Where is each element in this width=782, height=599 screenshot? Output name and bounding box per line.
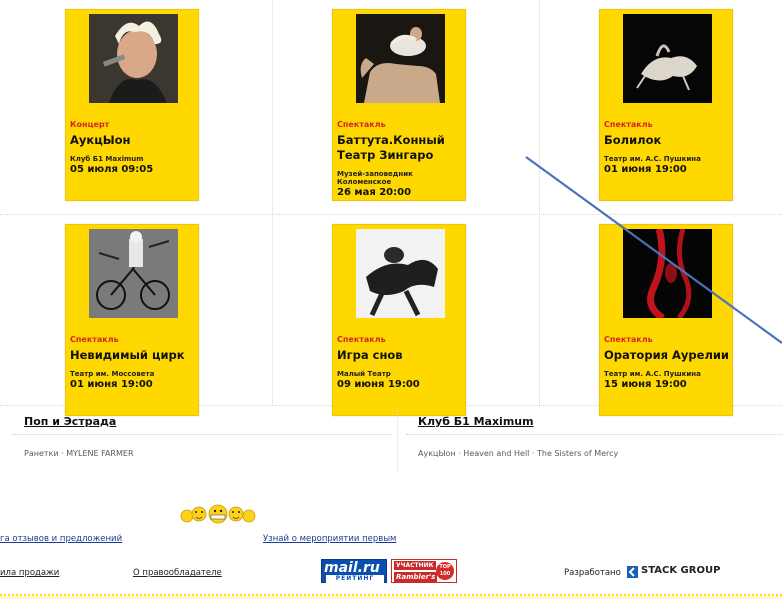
events-grid: Концерт АукцЫон Клуб Б1 Maximum 05 июля … <box>0 0 782 416</box>
event-venue: Клуб Б1 Maximum <box>70 155 144 163</box>
copyright-link[interactable]: О правообладателе <box>133 568 222 578</box>
event-date: 09 июня 19:00 <box>337 379 420 390</box>
event-category: Спектакль <box>604 335 653 344</box>
section-title-club[interactable]: Клуб Б1 Maximum <box>418 415 534 428</box>
event-card[interactable]: Спектакль Игра снов Малый Театр 09 июня … <box>332 224 466 416</box>
rambler-member-text: УЧАСТНИК <box>394 561 436 570</box>
mailru-rating-badge[interactable]: mail.ru РЕЙТИНГ <box>321 559 387 583</box>
event-venue: Малый Театр <box>337 370 391 378</box>
event-photo-image <box>623 229 712 318</box>
sale-rules-link[interactable]: ила продажи <box>0 568 59 578</box>
event-photo[interactable] <box>89 229 178 318</box>
event-photo[interactable] <box>89 14 178 103</box>
event-title[interactable]: АукцЫон <box>70 133 198 148</box>
section-separator <box>406 434 782 435</box>
stack-group-name: STACK GROUP <box>641 565 721 576</box>
event-photo-image <box>356 229 445 318</box>
event-title[interactable]: Болилок <box>604 133 732 148</box>
rambler-top100-circle: TOP 100 <box>436 562 454 580</box>
event-venue: Театр им. А.С. Пушкина <box>604 155 701 163</box>
event-date: 26 мая 20:00 <box>337 187 412 198</box>
event-category: Спектакль <box>604 120 653 129</box>
grid-divider <box>272 0 273 405</box>
grid-divider <box>539 0 540 405</box>
event-title[interactable]: Невидимый цирк <box>70 348 198 363</box>
feedback-link[interactable]: га отзывов и предложений <box>0 534 122 544</box>
event-photo-image <box>623 14 712 103</box>
event-category: Концерт <box>70 120 110 129</box>
rambler-logo-text: Rambler's <box>394 572 438 582</box>
event-photo[interactable] <box>623 229 712 318</box>
section-links-club[interactable]: АукцЫон · Heaven and Hell · The Sisters … <box>418 449 618 458</box>
event-category: Спектакль <box>70 335 119 344</box>
event-date: 01 июня 19:00 <box>70 379 153 390</box>
event-category: Спектакль <box>337 120 386 129</box>
event-card[interactable]: Спектакль Баттута.Конный Театр Зингаро М… <box>332 9 466 201</box>
event-category: Спектакль <box>337 335 386 344</box>
stack-group-logo-icon <box>627 566 638 578</box>
event-card[interactable]: Спектакль Болилок Театр им. А.С. Пушкина… <box>599 9 733 201</box>
event-photo-image <box>89 14 178 103</box>
mailru-rating-text: РЕЙТИНГ <box>326 575 384 583</box>
category-sections: Поп и Эстрада Ранетки · MYLENE FARMER Кл… <box>0 405 782 471</box>
event-venue: Театр им. А.С. Пушкина <box>604 370 701 378</box>
mailru-logo-text: mail.ru <box>324 560 380 576</box>
subscribe-link[interactable]: Узнай о мероприятии первым <box>263 534 396 544</box>
event-date: 01 июня 19:00 <box>604 164 687 175</box>
event-card[interactable]: Спектакль Невидимый цирк Театр им. Моссо… <box>65 224 199 416</box>
event-title[interactable]: Оратория Аурелии <box>604 348 732 363</box>
event-title[interactable]: Игра снов <box>337 348 465 363</box>
event-photo-image <box>89 229 178 318</box>
rambler-top100-badge[interactable]: УЧАСТНИК Rambler's TOP 100 <box>391 559 457 583</box>
event-venue: Музей-заповедник Коломенское <box>337 170 413 186</box>
grid-divider <box>0 214 782 215</box>
section-links-pop[interactable]: Ранетки · MYLENE FARMER <box>24 449 134 458</box>
section-separator <box>12 434 392 435</box>
event-date: 15 июня 19:00 <box>604 379 687 390</box>
event-photo[interactable] <box>356 229 445 318</box>
event-title[interactable]: Баттута.Конный Театр Зингаро <box>337 133 465 163</box>
event-card[interactable]: Концерт АукцЫон Клуб Б1 Maximum 05 июля … <box>65 9 199 201</box>
developed-by-label: Разработано <box>564 568 621 578</box>
event-photo-image <box>356 14 445 103</box>
section-title-pop[interactable]: Поп и Эстрада <box>24 415 116 428</box>
event-photo[interactable] <box>623 14 712 103</box>
event-photo[interactable] <box>356 14 445 103</box>
event-card[interactable]: Спектакль Оратория Аурелии Театр им. А.С… <box>599 224 733 416</box>
event-date: 05 июля 09:05 <box>70 164 154 175</box>
event-venue: Театр им. Моссовета <box>70 370 155 378</box>
smiley-group-icon <box>180 504 256 524</box>
